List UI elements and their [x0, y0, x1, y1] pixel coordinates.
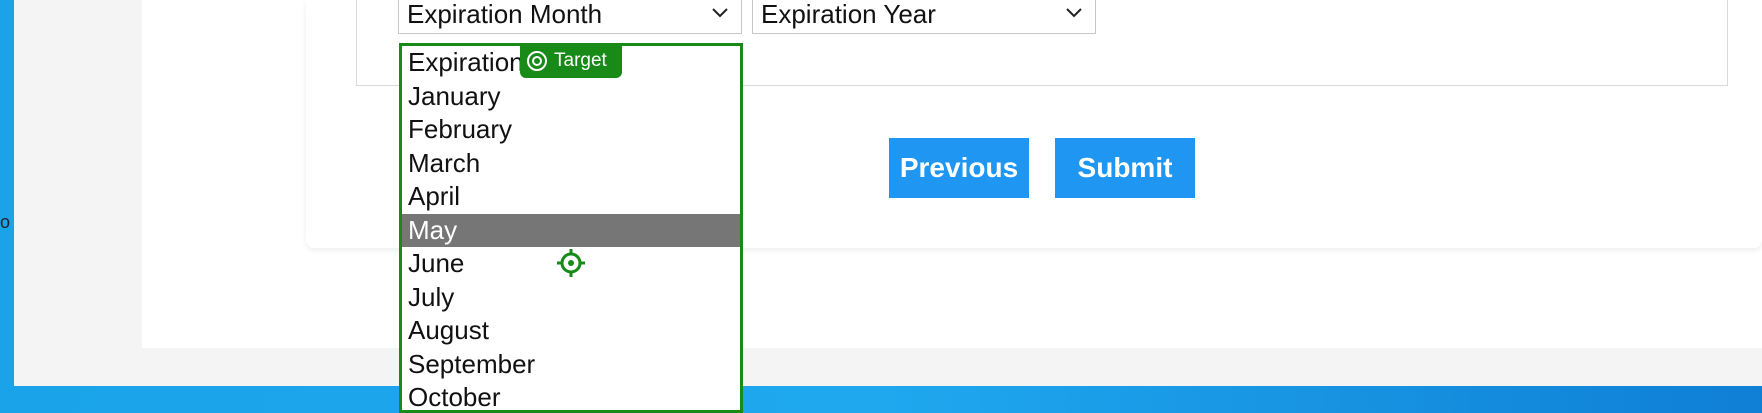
month-option[interactable]: May [402, 213, 740, 247]
month-option[interactable]: August [402, 314, 740, 348]
target-icon [527, 51, 547, 71]
chevron-down-icon [1066, 8, 1082, 18]
chevron-down-icon [712, 8, 728, 18]
month-option[interactable]: July [402, 281, 740, 315]
expiration-month-select[interactable]: Expiration Month [398, 0, 742, 34]
previous-button[interactable]: Previous [889, 138, 1029, 198]
month-option[interactable]: February [402, 113, 740, 147]
expiration-year-value: Expiration Year [761, 0, 936, 29]
target-badge: Target [520, 44, 622, 78]
month-dropdown-list[interactable]: Expiration Month January February March Apri… [399, 43, 743, 413]
target-label: Target [554, 50, 607, 71]
left-edge-fragment: o [0, 212, 11, 232]
submit-button[interactable]: Submit [1055, 138, 1195, 198]
expiration-month-value: Expiration Month [407, 0, 603, 29]
month-option[interactable]: September [402, 348, 740, 382]
month-option[interactable]: January [402, 80, 740, 114]
month-option[interactable]: October [402, 381, 740, 410]
expiration-year-select[interactable]: Expiration Year [752, 0, 1096, 34]
crosshair-icon [557, 249, 585, 277]
month-option[interactable]: April [402, 180, 740, 214]
month-option[interactable]: March [402, 147, 740, 181]
